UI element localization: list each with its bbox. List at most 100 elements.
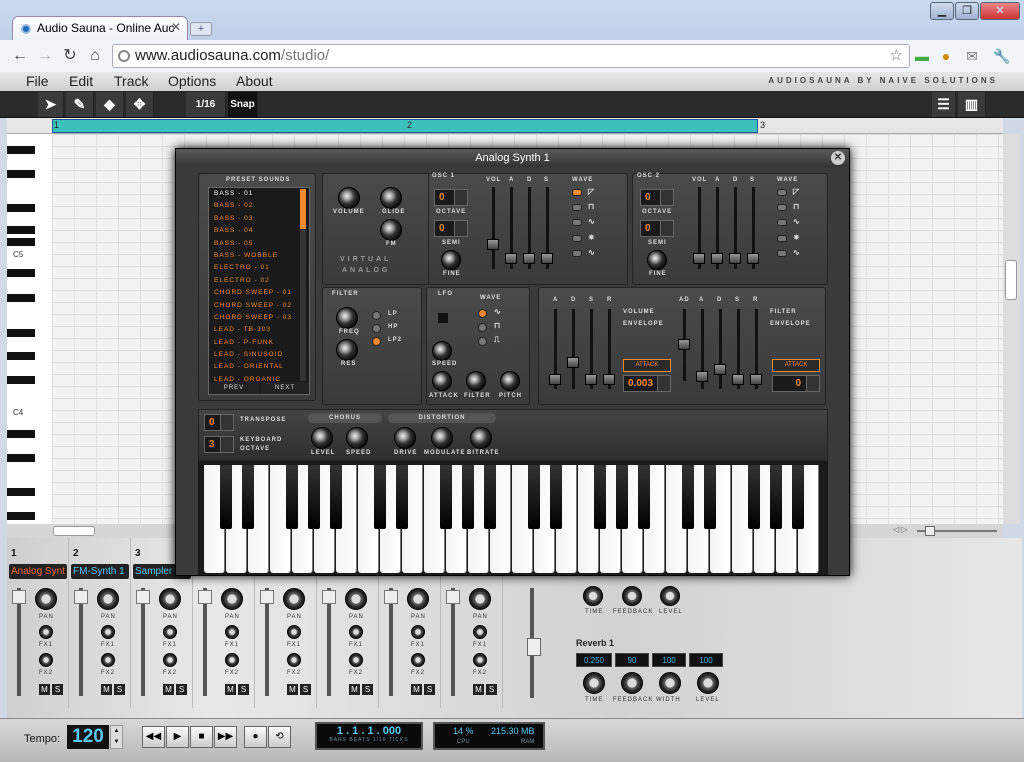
filt-env-attack-button[interactable]: ATTACK xyxy=(772,359,820,372)
channel-name[interactable]: FM-Synth 1 xyxy=(71,564,129,579)
preset-item[interactable]: BASS - WOBBLE xyxy=(209,250,309,262)
filter-hp-led[interactable] xyxy=(372,324,381,333)
solo-button[interactable]: S xyxy=(300,684,311,695)
lfo-wave-square-led[interactable] xyxy=(478,323,487,332)
osc1-wave-sine-led[interactable] xyxy=(572,250,582,257)
channel-fader[interactable] xyxy=(451,588,455,696)
pan-knob[interactable] xyxy=(407,588,429,610)
osc2-wave-triangle-led[interactable] xyxy=(777,219,787,226)
scroll-thumb[interactable] xyxy=(53,526,95,536)
zoom-arrows-icon[interactable]: ◁ ▷ xyxy=(893,525,908,534)
black-key[interactable] xyxy=(7,329,35,337)
mute-button[interactable]: M xyxy=(163,684,174,695)
pointer-tool-icon[interactable]: ➤ xyxy=(38,92,64,117)
black-key[interactable] xyxy=(242,465,254,529)
slider-handle[interactable] xyxy=(523,253,535,264)
tempo-stepper[interactable]: ▲ ▼ xyxy=(110,725,123,749)
fast-forward-icon[interactable]: ▶▶ xyxy=(214,726,237,748)
loop-region[interactable] xyxy=(52,119,758,133)
black-key[interactable] xyxy=(484,465,496,529)
preset-item[interactable]: CHORD SWEEP - 02 xyxy=(209,300,309,312)
slider-handle[interactable] xyxy=(541,253,553,264)
vol-env-value-input[interactable]: 0.003 xyxy=(623,375,671,392)
black-key[interactable] xyxy=(682,465,694,529)
pencil-tool-icon[interactable]: ✎ xyxy=(66,92,94,117)
preset-item[interactable]: BASS - 04 xyxy=(209,225,309,237)
black-key[interactable] xyxy=(7,226,35,234)
channel-fader[interactable] xyxy=(141,588,145,696)
black-key[interactable] xyxy=(704,465,716,529)
osc1-fine-knob[interactable] xyxy=(441,250,461,270)
channel-fader[interactable] xyxy=(17,588,21,696)
maximize-button[interactable]: ❐ xyxy=(955,2,979,20)
vertical-scrollbar[interactable] xyxy=(1003,134,1020,524)
channel-fader[interactable] xyxy=(327,588,331,696)
channel-name[interactable]: Analog Synt xyxy=(9,564,67,579)
fx1-knob[interactable] xyxy=(411,625,425,639)
osc2-wave-saw-led[interactable] xyxy=(777,189,787,196)
delay-time-knob[interactable] xyxy=(583,586,603,606)
black-key[interactable] xyxy=(748,465,760,529)
close-icon[interactable]: ✕ xyxy=(831,151,845,165)
osc1-semi-input[interactable]: 0 xyxy=(434,220,468,237)
osc1-vol-slider[interactable] xyxy=(492,187,495,269)
mail-icon[interactable]: ✉ xyxy=(962,46,982,66)
fader-handle[interactable] xyxy=(198,590,212,604)
filter-lp-led[interactable] xyxy=(372,311,381,320)
black-key[interactable] xyxy=(7,454,35,462)
vol-env-d-slider[interactable] xyxy=(572,309,575,389)
channel-fader[interactable] xyxy=(79,588,83,696)
reverb-level-value[interactable]: 100 xyxy=(689,653,723,667)
mixer-view-icon[interactable]: ▥ xyxy=(958,92,986,117)
preset-item[interactable]: ELECTRO - 01 xyxy=(209,262,309,274)
solo-button[interactable]: S xyxy=(424,684,435,695)
black-key[interactable] xyxy=(7,146,35,154)
eraser-tool-icon[interactable]: ◆ xyxy=(96,92,124,117)
channel-fader[interactable] xyxy=(203,588,207,696)
bitrate-knob[interactable] xyxy=(470,427,492,449)
mute-button[interactable]: M xyxy=(101,684,112,695)
slider-handle[interactable] xyxy=(585,374,597,385)
black-key[interactable] xyxy=(220,465,232,529)
lfo-pitch-knob[interactable] xyxy=(500,371,520,391)
black-key[interactable] xyxy=(7,269,35,277)
volume-knob[interactable] xyxy=(338,187,360,209)
zoom-slider-handle[interactable] xyxy=(925,526,935,536)
record-icon[interactable]: ● xyxy=(244,726,267,748)
fx2-knob[interactable] xyxy=(473,653,487,667)
vol-env-attack-button[interactable]: ATTACK xyxy=(623,359,671,372)
mute-button[interactable]: M xyxy=(225,684,236,695)
black-key[interactable] xyxy=(7,352,35,360)
pan-knob[interactable] xyxy=(469,588,491,610)
close-window-button[interactable]: ✕ xyxy=(980,2,1020,20)
preset-item[interactable]: CHORD SWEEP - 01 xyxy=(209,287,309,299)
osc2-wave-square-led[interactable] xyxy=(777,204,787,211)
delay-feedback-knob[interactable] xyxy=(622,586,642,606)
osc2-octave-input[interactable]: 0 xyxy=(640,189,674,206)
filt-env-d-slider[interactable] xyxy=(719,309,722,389)
osc1-wave-triangle-led[interactable] xyxy=(572,219,582,226)
fx1-knob[interactable] xyxy=(473,625,487,639)
osc1-wave-noise-led[interactable] xyxy=(572,235,582,242)
black-key[interactable] xyxy=(7,294,35,302)
fx2-knob[interactable] xyxy=(101,653,115,667)
filter-freq-knob[interactable] xyxy=(336,307,358,329)
black-key[interactable] xyxy=(7,238,35,246)
fader-handle[interactable] xyxy=(136,590,150,604)
slider-handle[interactable] xyxy=(505,253,517,264)
fx1-knob[interactable] xyxy=(349,625,363,639)
fx2-knob[interactable] xyxy=(287,653,301,667)
preset-item[interactable]: LEAD - ORIENTAL xyxy=(209,361,309,373)
stop-icon[interactable]: ■ xyxy=(190,726,213,748)
mute-button[interactable]: M xyxy=(411,684,422,695)
cookie-icon[interactable]: ● xyxy=(936,46,956,66)
preset-item[interactable]: BASS - 01 xyxy=(209,188,309,200)
black-key[interactable] xyxy=(594,465,606,529)
black-key[interactable] xyxy=(528,465,540,529)
move-tool-icon[interactable]: ✥ xyxy=(126,92,154,117)
menu-about[interactable]: About xyxy=(236,73,273,89)
fader-handle[interactable] xyxy=(12,590,26,604)
fader-handle[interactable] xyxy=(260,590,274,604)
fx2-knob[interactable] xyxy=(411,653,425,667)
black-key[interactable] xyxy=(7,512,35,520)
